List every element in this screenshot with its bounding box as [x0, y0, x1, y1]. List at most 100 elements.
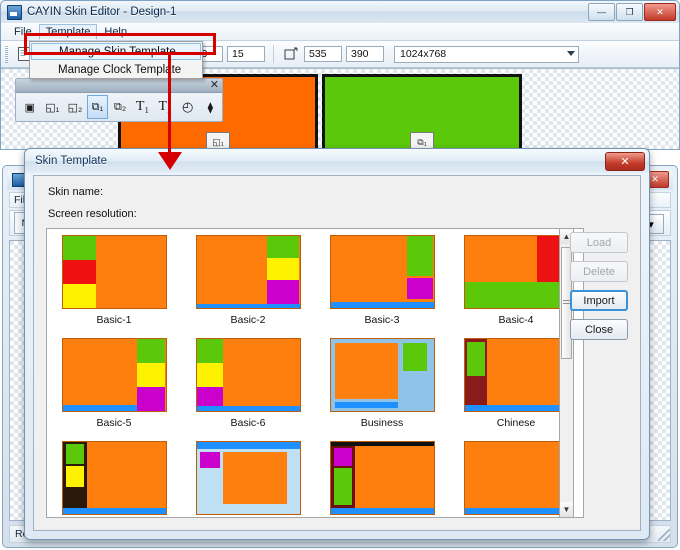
template-thumbnail[interactable]	[62, 441, 167, 515]
template-cell[interactable]: Business	[315, 332, 449, 435]
media-block-green-badge: ⧉₁	[410, 132, 434, 149]
template-thumbnail-region	[403, 343, 428, 370]
template-thumbnail-region	[467, 342, 486, 377]
template-name-label: Basic-5	[96, 417, 131, 429]
template-name-label: Basic-3	[364, 314, 399, 326]
media-1-tool-button[interactable]: ⧉₁	[87, 95, 109, 119]
template-thumbnail[interactable]	[62, 338, 167, 412]
floating-toolbar-header[interactable]: ✕	[16, 79, 222, 93]
template-cell[interactable]: Basic-5	[47, 332, 181, 435]
text-2-tool-button[interactable]: T₂	[154, 95, 176, 119]
template-thumbnail-region	[267, 258, 300, 280]
screen-resolution-field-row: Screen resolution:	[48, 208, 640, 220]
annotation-arrow	[158, 152, 182, 170]
template-thumbnail[interactable]	[330, 338, 435, 412]
template-cell[interactable]: City	[181, 435, 315, 518]
template-thumbnail-region	[465, 508, 568, 514]
template-thumbnail[interactable]	[196, 441, 301, 515]
resize-grip-icon[interactable]	[658, 529, 670, 541]
template-thumbnail-region	[137, 387, 166, 411]
template-thumbnail-region	[63, 508, 166, 514]
template-cell[interactable]: Basic-3	[315, 229, 449, 332]
template-thumbnail-region	[63, 405, 137, 411]
dialog-close-button[interactable]: ✕	[605, 152, 645, 171]
main-application-window: CAYIN Skin Editor - Design-1 — ❐ ✕ File …	[0, 0, 680, 150]
scroll-down-button[interactable]: ▼	[560, 502, 573, 517]
skin-name-field-row: Skin name:	[48, 186, 640, 198]
template-cell[interactable]: Basic-1	[47, 229, 181, 332]
template-thumbnail[interactable]	[464, 441, 569, 515]
close-button[interactable]: ✕	[644, 3, 676, 21]
toolbar-grip[interactable]	[5, 45, 8, 63]
template-thumbnail-region	[197, 363, 224, 387]
clock-tool-button[interactable]: ◴	[177, 95, 199, 119]
template-thumbnail-region	[407, 278, 434, 300]
text-1-tool-button[interactable]: T₁	[132, 95, 154, 119]
chevron-down-icon	[567, 51, 575, 56]
template-thumbnail-region	[197, 339, 224, 363]
camera-1-tool-button[interactable]: ◱₁	[42, 95, 64, 119]
template-name-label: Basic-2	[230, 314, 265, 326]
template-thumbnail-region	[197, 387, 224, 407]
template-thumbnail[interactable]	[196, 235, 301, 309]
skin-template-dialog: Skin Template ✕ Skin name: Screen resolu…	[24, 148, 650, 540]
template-thumbnail[interactable]	[464, 338, 569, 412]
media-2-tool-button[interactable]: ⧉₂	[109, 95, 131, 119]
dialog-body: Skin name: Screen resolution: Basic-1Bas…	[33, 175, 641, 531]
template-thumbnail-region	[200, 452, 221, 468]
media-block-orange-badge: ◱₁	[206, 132, 230, 149]
menu-item-manage-clock-template[interactable]: Manage Clock Template	[30, 61, 202, 78]
template-name-label: Basic-6	[230, 417, 265, 429]
template-name-label: Chinese	[497, 417, 536, 429]
title-bar: CAYIN Skin Editor - Design-1 — ❐ ✕	[1, 1, 679, 23]
media-block-green[interactable]: ⧉₁	[322, 74, 522, 149]
marquee-tool-button[interactable]: ⧫	[200, 95, 222, 119]
template-name-label: Basic-4	[498, 314, 533, 326]
template-thumbnail-region	[197, 406, 300, 411]
template-thumbnail[interactable]	[464, 235, 569, 309]
template-cell[interactable]: Classic	[315, 435, 449, 518]
template-thumbnail-region	[63, 236, 97, 260]
template-thumbnail-region	[331, 508, 434, 514]
template-thumbnail-region	[223, 452, 287, 504]
size-height-input[interactable]: 390	[346, 46, 384, 62]
template-thumbnail[interactable]	[196, 338, 301, 412]
template-thumbnail-region	[66, 444, 85, 464]
template-thumbnail[interactable]	[330, 441, 435, 515]
load-button[interactable]: Load	[570, 232, 628, 253]
template-thumbnail-region	[137, 339, 166, 363]
template-thumbnail-region	[334, 468, 353, 505]
minimize-button[interactable]: —	[588, 3, 615, 21]
camera-2-tool-button[interactable]: ◱₂	[64, 95, 86, 119]
template-thumbnail-region	[331, 302, 434, 308]
template-cell[interactable]: Cinema	[47, 435, 181, 518]
template-thumbnail-region	[465, 405, 568, 411]
template-thumbnail[interactable]	[330, 235, 435, 309]
close-icon[interactable]: ✕	[210, 78, 219, 91]
template-cell[interactable]: Basic-2	[181, 229, 315, 332]
floating-element-toolbar: ✕ ▣ ◱₁ ◱₂ ⧉₁ ⧉₂ T₁ T₂ ◴ ⧫	[15, 78, 223, 122]
template-cell[interactable]: Basic-6	[181, 332, 315, 435]
dialog-title: Skin Template	[35, 155, 107, 167]
template-thumbnail-region	[465, 282, 568, 308]
toolbar-separator-3	[273, 45, 274, 63]
annotation-highlight-box	[24, 33, 216, 55]
resolution-select[interactable]: 1024x768	[394, 46, 579, 63]
size-width-input[interactable]: 535	[304, 46, 342, 62]
skin-tool-button[interactable]: ▣	[19, 95, 41, 119]
template-thumbnail-region	[63, 260, 97, 284]
template-name-label: Basic-1	[96, 314, 131, 326]
template-name-label: Business	[361, 417, 404, 429]
template-thumbnail[interactable]	[62, 235, 167, 309]
template-thumbnail-region	[335, 343, 399, 399]
import-button[interactable]: Import	[570, 290, 628, 311]
template-thumbnail-region	[63, 284, 97, 308]
template-grid-panel[interactable]: Basic-1 Basic-2 Basic-3 Basic-4 Basic-5 Basic…	[46, 228, 584, 518]
close-button[interactable]: Close	[570, 319, 628, 340]
delete-button[interactable]: Delete	[570, 261, 628, 282]
dialog-title-bar: Skin Template ✕	[25, 149, 649, 173]
maximize-button[interactable]: ❐	[616, 3, 643, 21]
application-icon	[7, 5, 22, 20]
position-y-input[interactable]: 15	[227, 46, 265, 62]
template-thumbnail-region	[66, 466, 85, 486]
